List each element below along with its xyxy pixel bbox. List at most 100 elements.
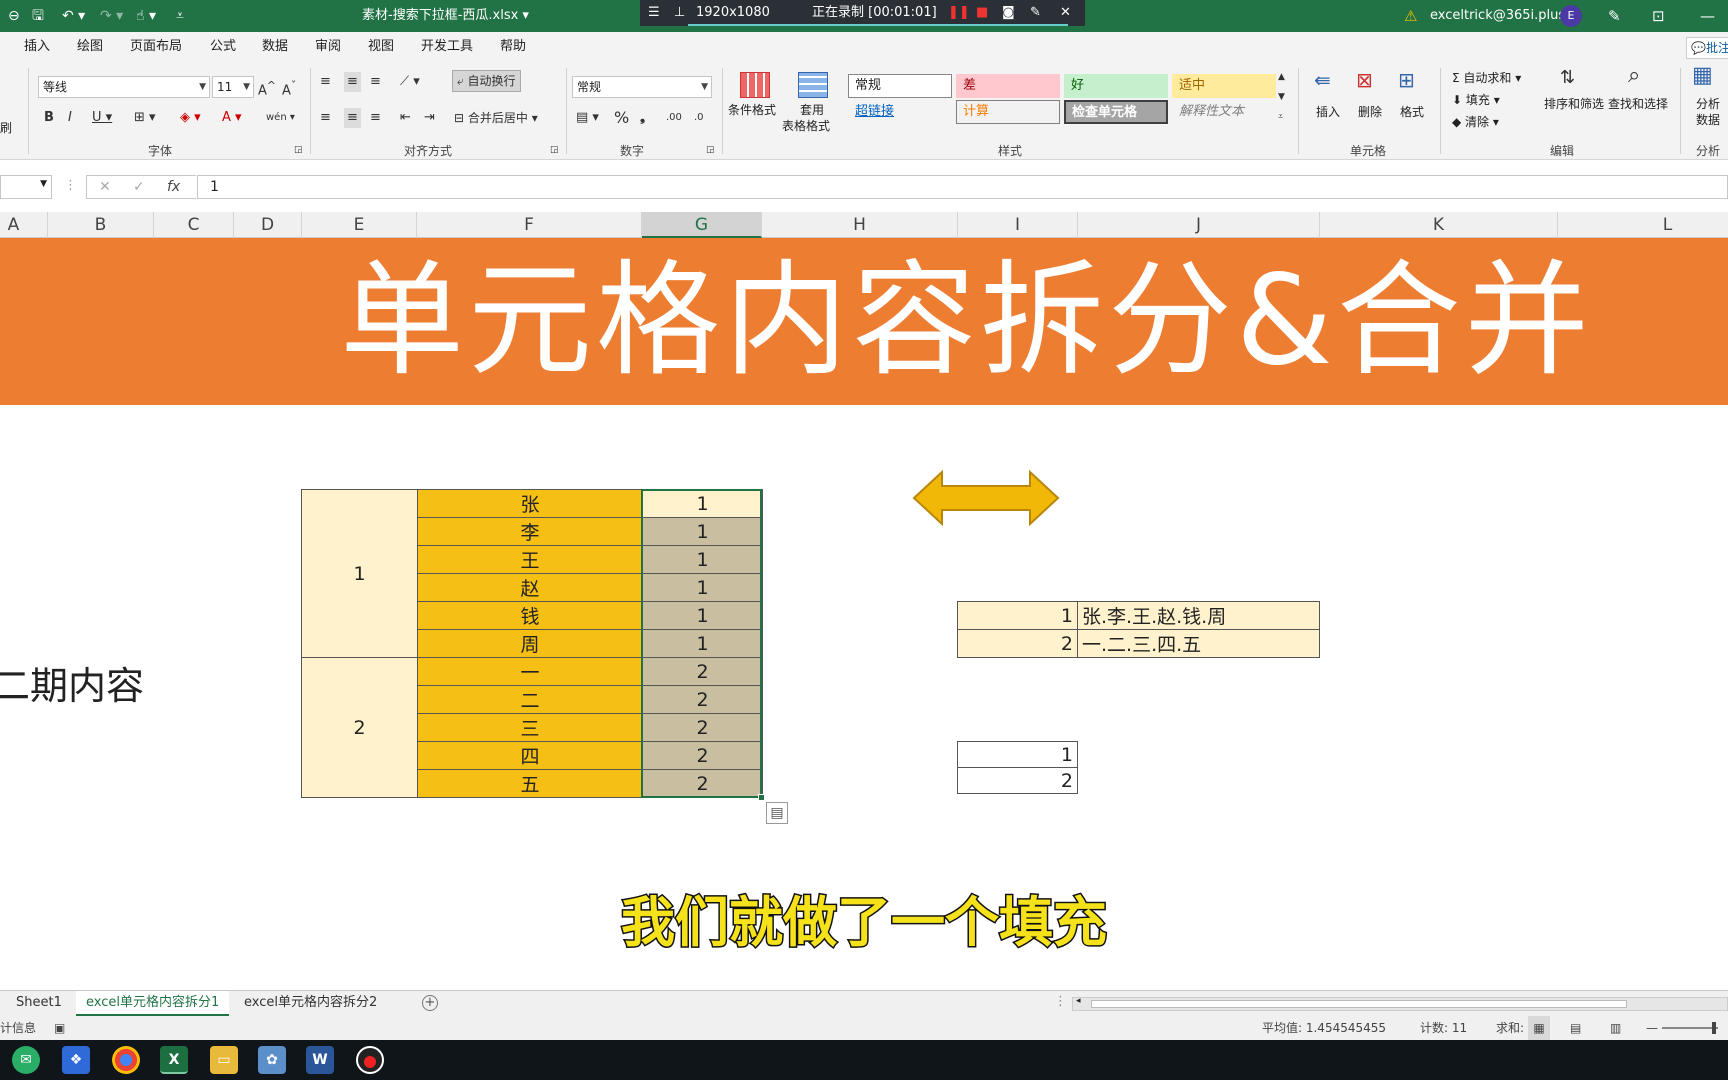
decrease-indent-icon[interactable]: ⇤: [400, 108, 411, 128]
pin-icon[interactable]: ⊥: [674, 4, 685, 22]
fill-color-icon[interactable]: ◈ ▾: [180, 108, 201, 128]
sheet-tab-split2[interactable]: excel单元格内容拆分2: [234, 991, 387, 1016]
clear-button[interactable]: ◆ 清除 ▾: [1452, 114, 1499, 130]
tab-developer[interactable]: 开发工具: [421, 38, 473, 56]
double-arrow-shape[interactable]: [912, 470, 1060, 526]
stop-icon[interactable]: ■: [976, 4, 988, 22]
tab-view[interactable]: 视图: [368, 38, 394, 56]
column-header-i[interactable]: I: [958, 212, 1078, 238]
scroll-left-icon[interactable]: ◂: [1076, 996, 1081, 1006]
tab-help[interactable]: 帮助: [500, 38, 526, 56]
number-format-select[interactable]: 常规 ▼: [572, 76, 712, 98]
format-painter-label[interactable]: 刷: [0, 120, 12, 136]
style-hyperlink[interactable]: 超链接: [848, 100, 952, 124]
ribbon-display-icon[interactable]: ⊡: [1652, 6, 1665, 26]
page-layout-view-icon[interactable]: ▤: [1570, 1016, 1581, 1040]
group-id-cell[interactable]: 2: [957, 629, 1078, 658]
level-cell[interactable]: 2: [301, 657, 418, 798]
name-cell[interactable]: 二: [417, 685, 643, 714]
table-format-label-1[interactable]: 套用: [800, 102, 824, 118]
style-normal[interactable]: 常规: [848, 74, 952, 98]
style-good[interactable]: 好: [1064, 74, 1168, 98]
name-cell[interactable]: 三: [417, 713, 643, 742]
level-cell[interactable]: 1: [301, 489, 418, 658]
menu-icon[interactable]: ☰: [648, 4, 660, 22]
increase-indent-icon[interactable]: ⇥: [424, 108, 435, 128]
status-info[interactable]: 计信息: [0, 1016, 36, 1040]
name-cell[interactable]: 钱: [417, 601, 643, 630]
phonetic-icon[interactable]: wén ▾: [266, 108, 295, 128]
id-cell[interactable]: 1: [957, 741, 1078, 768]
style-bad[interactable]: 差: [956, 74, 1060, 98]
undo-icon[interactable]: ↶ ▾: [62, 6, 85, 26]
tab-draw[interactable]: 绘图: [77, 38, 103, 56]
worksheet[interactable]: 单元格内容拆分&合并 二期内容 1 张 1 李 1 王 1 赵 1 钱 1 周 …: [0, 238, 1728, 990]
column-header-e[interactable]: E: [302, 212, 417, 238]
value-cell[interactable]: 1: [642, 545, 763, 574]
name-cell[interactable]: 李: [417, 517, 643, 546]
avatar[interactable]: E: [1560, 5, 1582, 27]
styles-more-icon[interactable]: ⩡: [1278, 108, 1283, 126]
increase-decimal-icon[interactable]: .00: [666, 108, 682, 128]
style-calculation[interactable]: 计算: [956, 100, 1060, 124]
dialog-launcher-icon[interactable]: ◲: [294, 140, 303, 160]
side-note[interactable]: 二期内容: [0, 662, 144, 710]
align-center-icon[interactable]: ≡: [344, 108, 361, 128]
name-cell[interactable]: 五: [417, 769, 643, 798]
status-count[interactable]: 计数: 11: [1420, 1016, 1467, 1040]
align-right-icon[interactable]: ≡: [370, 108, 381, 128]
tab-review[interactable]: 审阅: [315, 38, 341, 56]
column-header-b[interactable]: B: [48, 212, 154, 238]
name-cell[interactable]: 四: [417, 741, 643, 770]
column-header-h[interactable]: H: [762, 212, 958, 238]
formula-input[interactable]: 1: [197, 175, 1728, 199]
table-format-icon[interactable]: [798, 72, 828, 98]
column-header-l[interactable]: L: [1558, 212, 1728, 238]
align-bottom-icon[interactable]: ≡: [370, 72, 381, 92]
insert-cells-label[interactable]: 插入: [1316, 104, 1340, 120]
dialog-launcher-icon[interactable]: ◲: [550, 140, 559, 160]
column-header-g[interactable]: G: [642, 212, 762, 238]
font-size-select[interactable]: 11 ▼: [212, 76, 254, 98]
style-neutral[interactable]: 适中: [1172, 74, 1276, 98]
analyze-data-label-2[interactable]: 数据: [1696, 112, 1720, 128]
name-cell[interactable]: 周: [417, 629, 643, 658]
value-cell[interactable]: 1: [642, 601, 763, 630]
camera-icon[interactable]: ◙: [1002, 4, 1015, 22]
font-name-select[interactable]: 等线 ▼: [38, 76, 210, 98]
sort-filter-label[interactable]: 排序和筛选: [1544, 96, 1604, 112]
minimize-icon[interactable]: —: [1700, 6, 1715, 26]
accessibility-icon[interactable]: ▣: [54, 1016, 65, 1040]
save-icon[interactable]: 🖫: [32, 6, 44, 26]
scrollbar-thumb[interactable]: [1091, 1000, 1627, 1008]
insert-cells-icon[interactable]: ⇚: [1314, 70, 1331, 90]
column-header-f[interactable]: F: [417, 212, 642, 238]
style-explanatory[interactable]: 解释性文本: [1172, 100, 1276, 124]
styles-scroll-down-icon[interactable]: ▼: [1278, 88, 1285, 106]
font-color-icon[interactable]: A ▾: [222, 108, 242, 128]
delete-cells-icon[interactable]: ⊠: [1356, 70, 1373, 90]
tab-data[interactable]: 数据: [262, 38, 288, 56]
value-cell[interactable]: 2: [642, 685, 763, 714]
find-select-icon[interactable]: ⌕: [1628, 65, 1640, 87]
align-middle-icon[interactable]: ≡: [344, 72, 361, 92]
styles-scroll-up-icon[interactable]: ▲: [1278, 68, 1285, 86]
conditional-format-label[interactable]: 条件格式: [728, 102, 776, 118]
name-cell[interactable]: 张: [417, 489, 643, 518]
title-banner[interactable]: 单元格内容拆分&合并: [0, 238, 1728, 405]
underline-icon[interactable]: U ▾: [92, 108, 112, 128]
increase-font-icon[interactable]: A^: [258, 76, 276, 101]
analyze-data-icon[interactable]: ▦: [1692, 65, 1713, 87]
group-id-cell[interactable]: 1: [957, 601, 1078, 630]
value-cell[interactable]: 2: [642, 657, 763, 686]
accounting-format-icon[interactable]: ▤ ▾: [576, 108, 599, 128]
pen-icon[interactable]: ✎: [1608, 6, 1621, 26]
decrease-font-icon[interactable]: Aˇ: [282, 76, 296, 101]
tab-page-layout[interactable]: 页面布局: [130, 38, 182, 56]
merged-text-cell[interactable]: 一.二.三.四.五: [1077, 629, 1320, 658]
zoom-thumb[interactable]: [1712, 1022, 1716, 1034]
autosum-button[interactable]: Σ 自动求和 ▾: [1452, 70, 1521, 86]
delete-cells-label[interactable]: 删除: [1358, 104, 1382, 120]
table-format-label-2[interactable]: 表格格式: [782, 118, 830, 134]
sheet-tab-sheet1[interactable]: Sheet1: [6, 991, 72, 1016]
